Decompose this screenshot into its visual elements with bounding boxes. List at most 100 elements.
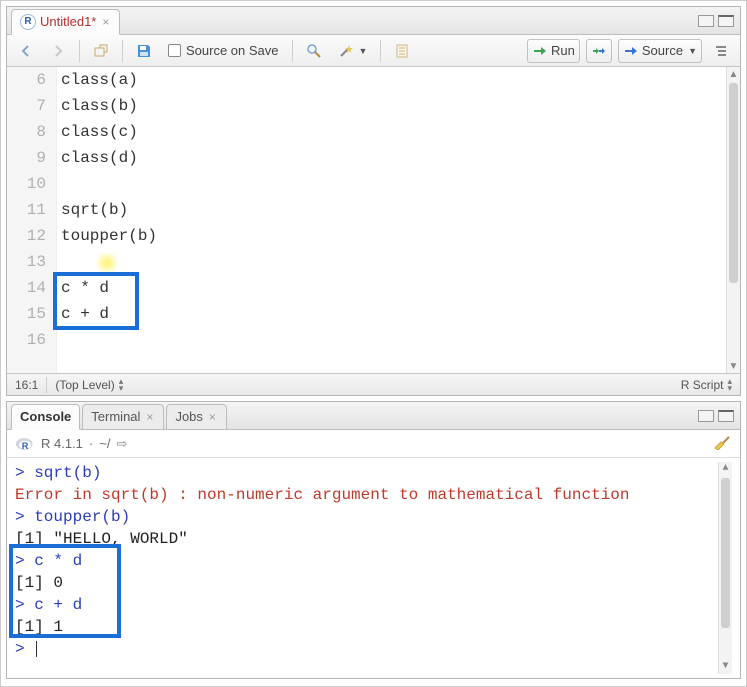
code-line[interactable]: sqrt(b) [61, 197, 726, 223]
console-prompt[interactable]: > [15, 638, 718, 660]
editor-statusbar: 16:1 (Top Level) ▴▾ R Script ▴▾ [7, 373, 740, 395]
code-line[interactable]: class(d) [61, 145, 726, 171]
jobs-tab-label: Jobs [175, 409, 202, 424]
editor-toolbar: Source on Save ▼ Run Source ▼ [7, 35, 740, 67]
console-line: > c * d [15, 550, 718, 572]
scroll-down-icon[interactable]: ▼ [719, 660, 732, 674]
console-text[interactable]: > sqrt(b)Error in sqrt(b) : non-numeric … [15, 462, 718, 674]
code-line[interactable] [61, 327, 726, 353]
console-line: > toupper(b) [15, 506, 718, 528]
rerun-button[interactable] [586, 39, 612, 63]
wd-picker-icon[interactable]: ⇨ [116, 436, 127, 452]
console-line: [1] "HELLO, WORLD" [15, 528, 718, 550]
notebook-icon [394, 43, 410, 59]
line-number: 7 [7, 93, 46, 119]
code-line[interactable]: toupper(b) [61, 223, 726, 249]
svg-text:R: R [22, 441, 29, 451]
code-line[interactable]: c + d [61, 301, 726, 327]
console-body[interactable]: > sqrt(b)Error in sqrt(b) : non-numeric … [7, 458, 740, 678]
forward-button[interactable] [45, 39, 71, 63]
separator [380, 40, 381, 62]
scroll-down-icon[interactable]: ▼ [727, 359, 740, 373]
run-label: Run [551, 43, 575, 58]
tab-terminal[interactable]: Terminal × [82, 404, 164, 430]
terminal-tab-label: Terminal [91, 409, 140, 424]
console-window-controls [698, 410, 740, 422]
source-arrow-icon [623, 43, 639, 59]
console-line: > sqrt(b) [15, 462, 718, 484]
close-tab-icon[interactable]: × [100, 16, 111, 28]
outline-button[interactable] [708, 39, 734, 63]
scroll-up-icon[interactable]: ▲ [719, 462, 732, 476]
popout-icon [93, 43, 109, 59]
save-button[interactable] [131, 39, 157, 63]
cursor-position: 16:1 [15, 378, 38, 392]
filetype-selector[interactable]: R Script ▴▾ [681, 378, 732, 392]
broom-icon [712, 434, 732, 450]
minimize-pane-icon[interactable] [698, 410, 714, 422]
code-line[interactable]: class(b) [61, 93, 726, 119]
tab-jobs[interactable]: Jobs × [166, 404, 226, 430]
rerun-icon [591, 43, 607, 59]
maximize-pane-icon[interactable] [718, 15, 734, 27]
source-button[interactable]: Source ▼ [618, 39, 702, 63]
line-number: 11 [7, 197, 46, 223]
editor-vertical-scrollbar[interactable]: ▲ ▼ [726, 67, 740, 373]
scroll-thumb[interactable] [729, 83, 738, 283]
scope-selector[interactable]: (Top Level) ▴▾ [55, 378, 123, 392]
chevron-down-icon: ▼ [688, 46, 697, 56]
console-line: [1] 1 [15, 616, 718, 638]
source-on-save-checkbox[interactable]: Source on Save [163, 39, 284, 63]
floppy-icon [136, 43, 152, 59]
r-version-label: R 4.1.1 [41, 436, 83, 451]
editor-file-tab[interactable]: R Untitled1* × [11, 9, 120, 35]
code-area[interactable]: class(a)class(b)class(c)class(d) sqrt(b)t… [57, 67, 726, 373]
chevron-down-icon: ▼ [359, 46, 368, 56]
line-number: 8 [7, 119, 46, 145]
code-line[interactable]: class(a) [61, 67, 726, 93]
show-in-new-window-button[interactable] [88, 39, 114, 63]
line-number: 12 [7, 223, 46, 249]
close-tab-icon[interactable]: × [207, 411, 218, 423]
line-number: 13 [7, 249, 46, 275]
separator [292, 40, 293, 62]
minimize-pane-icon[interactable] [698, 15, 714, 27]
find-button[interactable] [301, 39, 327, 63]
code-line[interactable]: c * d [61, 275, 726, 301]
code-line[interactable] [61, 171, 726, 197]
console-line: [1] 0 [15, 572, 718, 594]
working-dir-label: ~/ [99, 436, 110, 451]
tab-console[interactable]: Console [11, 404, 80, 430]
maximize-pane-icon[interactable] [718, 410, 734, 422]
clear-console-button[interactable] [712, 434, 732, 453]
back-button[interactable] [13, 39, 39, 63]
console-line: Error in sqrt(b) : non-numeric argument … [15, 484, 718, 506]
source-on-save-label: Source on Save [186, 43, 279, 58]
console-vertical-scrollbar[interactable]: ▲ ▼ [718, 462, 732, 674]
code-line[interactable]: class(c) [61, 119, 726, 145]
line-number: 15 [7, 301, 46, 327]
separator [79, 40, 80, 62]
checkbox-icon [168, 44, 181, 57]
console-tabstrip: Console Terminal × Jobs × [7, 402, 740, 430]
scope-label: (Top Level) [55, 378, 114, 392]
filetype-label: R Script [681, 378, 724, 392]
separator [46, 377, 47, 393]
line-number: 10 [7, 171, 46, 197]
close-tab-icon[interactable]: × [144, 411, 155, 423]
code-line[interactable] [61, 249, 726, 275]
line-number-gutter: 678910111213141516 [7, 67, 57, 373]
console-tab-label: Console [20, 409, 71, 424]
arrow-left-icon [18, 43, 34, 59]
separator [122, 40, 123, 62]
line-number: 16 [7, 327, 46, 353]
code-tools-button[interactable]: ▼ [333, 39, 373, 63]
compile-report-button[interactable] [389, 39, 415, 63]
scroll-thumb[interactable] [721, 478, 730, 628]
editor-window-controls [698, 15, 740, 27]
run-button[interactable]: Run [527, 39, 580, 63]
scroll-up-icon[interactable]: ▲ [727, 67, 740, 81]
file-tab-name: Untitled1* [40, 14, 96, 29]
r-file-icon: R [20, 14, 36, 30]
editor-body[interactable]: 678910111213141516 class(a)class(b)class… [7, 67, 740, 373]
